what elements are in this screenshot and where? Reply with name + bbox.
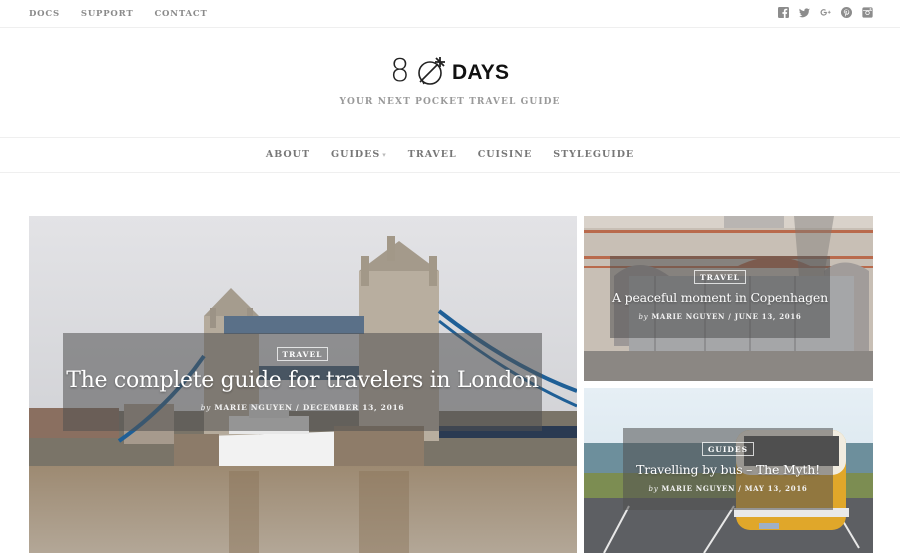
nav-item-travel[interactable]: TRAVEL <box>408 149 457 160</box>
logo-number: 8 <box>390 53 410 89</box>
nav-item-cuisine[interactable]: CUISINE <box>478 149 533 160</box>
meta-by: by <box>638 313 649 321</box>
support-link[interactable]: SUPPORT <box>81 9 134 19</box>
pinterest-icon[interactable] <box>841 7 852 18</box>
post-overlay: GUIDES Travelling by bus – The Myth! by … <box>623 428 833 510</box>
post-overlay: TRAVEL The complete guide for travelers … <box>63 333 542 431</box>
category-badge[interactable]: TRAVEL <box>694 270 746 284</box>
meta-by: by <box>648 485 659 493</box>
top-bar: DOCS SUPPORT CONTACT <box>0 0 900 28</box>
meta-separator: / <box>728 312 732 321</box>
featured-post-main[interactable]: TRAVEL The complete guide for travelers … <box>29 216 577 553</box>
post-title[interactable]: A peaceful moment in Copenhagen <box>610 290 830 305</box>
contact-link[interactable]: CONTACT <box>154 9 207 19</box>
nav-item-guides[interactable]: GUIDES ▾ <box>331 149 387 160</box>
nav-item-styleguide[interactable]: STYLEGUIDE <box>553 149 634 160</box>
nav-item-about[interactable]: ABOUT <box>266 149 310 160</box>
social-links <box>778 7 873 18</box>
google-plus-icon[interactable] <box>820 7 831 18</box>
nav-item-label: ABOUT <box>265 149 311 160</box>
post-title[interactable]: Travelling by bus – The Myth! <box>623 462 833 477</box>
featured-post-side[interactable]: TRAVEL A peaceful moment in Copenhagen b… <box>584 216 873 381</box>
post-author[interactable]: MARIE NGUYEN <box>214 403 292 412</box>
globe-airplane-icon <box>418 57 445 85</box>
nav-item-label: GUIDES <box>331 149 381 160</box>
logo-word: DAYS <box>452 61 510 84</box>
post-date: JUNE 13, 2016 <box>734 312 802 321</box>
meta-separator: / <box>738 484 742 493</box>
post-title[interactable]: The complete guide for travelers in Lond… <box>63 368 542 393</box>
site-header: 8 DAYS YOUR NEXT POCKET TRAVEL GUIDE <box>0 28 900 137</box>
post-author[interactable]: MARIE NGUYEN <box>651 312 725 321</box>
nav-item-label: STYLEGUIDE <box>553 149 635 160</box>
twitter-icon[interactable] <box>799 7 810 18</box>
category-badge[interactable]: TRAVEL <box>276 347 329 361</box>
nav-item-label: TRAVEL <box>407 149 457 160</box>
post-overlay: TRAVEL A peaceful moment in Copenhagen b… <box>610 256 830 338</box>
docs-link[interactable]: DOCS <box>29 9 60 19</box>
facebook-icon[interactable] <box>778 7 789 18</box>
post-date: DECEMBER 13, 2016 <box>302 403 405 412</box>
chevron-down-icon: ▾ <box>382 150 387 159</box>
post-meta: by MARIE NGUYEN / MAY 13, 2016 <box>623 484 833 493</box>
post-author[interactable]: MARIE NGUYEN <box>662 484 736 493</box>
post-date: MAY 13, 2016 <box>744 484 808 493</box>
instagram-icon[interactable] <box>862 7 873 18</box>
category-badge[interactable]: GUIDES <box>701 442 755 456</box>
meta-separator: / <box>296 403 300 412</box>
featured-post-side[interactable]: GUIDES Travelling by bus – The Myth! by … <box>584 388 873 553</box>
top-links: DOCS SUPPORT CONTACT <box>29 9 229 19</box>
site-logo[interactable]: 8 DAYS <box>390 52 515 90</box>
post-meta: by MARIE NGUYEN / JUNE 13, 2016 <box>610 312 830 321</box>
post-meta: by MARIE NGUYEN / DECEMBER 13, 2016 <box>63 403 542 412</box>
nav-item-label: CUISINE <box>477 149 533 160</box>
main-nav: ABOUT GUIDES ▾ TRAVEL CUISINE STYLEGUIDE <box>0 137 900 173</box>
meta-by: by <box>200 403 212 412</box>
site-tagline: YOUR NEXT POCKET TRAVEL GUIDE <box>339 97 561 107</box>
